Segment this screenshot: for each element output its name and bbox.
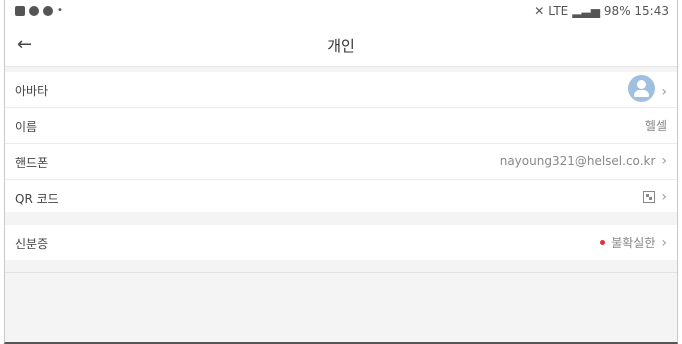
- profile-section: 아바타 › 이름 헬셀 핸드폰 nayoung321@helsel.co.kr …: [5, 72, 677, 215]
- app-frame: • ✕ LTE ▂▃▅ 98% 15:43 ← 개인 아바타 › 이름 헬셀 핸…: [4, 0, 678, 344]
- battery-time: 98% 15:43: [603, 4, 669, 18]
- avatar-row[interactable]: 아바타 ›: [5, 72, 677, 108]
- id-card-row[interactable]: 신분증 불확실한 ›: [5, 225, 677, 260]
- section-gap: [5, 212, 677, 225]
- status-left: •: [15, 5, 63, 16]
- top-app-bar: ← 개인: [5, 24, 677, 67]
- mute-icon: ✕: [534, 4, 545, 18]
- phone-text: nayoung321@helsel.co.kr: [499, 154, 656, 168]
- page-title: 개인: [327, 37, 355, 55]
- avatar-value: ›: [628, 75, 667, 102]
- status-bar: • ✕ LTE ▂▃▅ 98% 15:43: [5, 0, 677, 24]
- id-status-text: 불확실한: [611, 236, 656, 250]
- qr-row[interactable]: QR 코드 ›: [5, 180, 677, 215]
- name-value: 헬셀: [644, 119, 667, 133]
- chevron-right-icon: ›: [661, 83, 667, 100]
- avatar-label: 아바타: [15, 84, 49, 98]
- signal-icon: ▂▃▅: [572, 4, 600, 18]
- dot-icon: •: [57, 5, 63, 16]
- accessibility-icon: [43, 5, 53, 16]
- image-icon: [15, 5, 25, 16]
- phone-label: 핸드폰: [15, 156, 49, 170]
- name-row: 이름 헬셀: [5, 108, 677, 144]
- divider: [5, 272, 677, 273]
- qr-label: QR 코드: [15, 192, 59, 206]
- chevron-right-icon: ›: [661, 234, 667, 251]
- status-right: ✕ LTE ▂▃▅ 98% 15:43: [534, 4, 669, 18]
- identity-section: 신분증 불확실한 ›: [5, 225, 677, 260]
- status-dot: [600, 240, 606, 245]
- id-card-label: 신분증: [15, 237, 49, 251]
- phone-row[interactable]: 핸드폰 nayoung321@helsel.co.kr ›: [5, 144, 677, 180]
- lte-icon: LTE: [548, 4, 569, 18]
- phone-value: nayoung321@helsel.co.kr ›: [500, 153, 667, 169]
- chevron-right-icon: ›: [661, 189, 667, 205]
- qr-code-icon: [643, 191, 656, 203]
- chevron-right-icon: ›: [661, 153, 667, 169]
- qr-value: ›: [643, 189, 667, 205]
- name-label: 이름: [15, 120, 38, 134]
- id-card-value: 불확실한 ›: [600, 234, 667, 251]
- notification-icon: [29, 5, 39, 16]
- avatar: [628, 75, 656, 102]
